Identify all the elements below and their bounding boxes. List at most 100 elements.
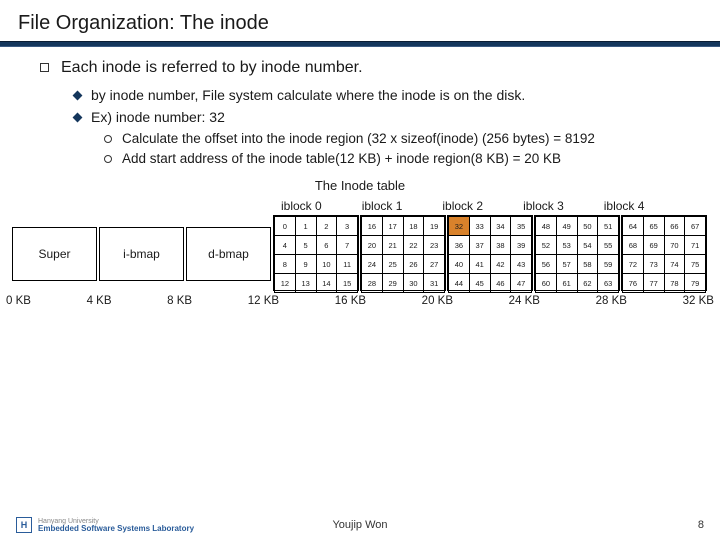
inode-cell: 42: [490, 255, 511, 274]
footer-logo: H Hanyang University Embedded Software S…: [16, 517, 194, 533]
diamond-bullet-icon: [73, 91, 83, 101]
inode-cell: 39: [511, 236, 532, 255]
university-logo-icon: H: [16, 517, 32, 533]
inode-cell: 70: [664, 236, 685, 255]
inode-cell: 7: [337, 236, 358, 255]
inode-cell: 71: [685, 236, 706, 255]
bullet-lvl3: Calculate the offset into the inode regi…: [104, 131, 690, 146]
inode-cell: 73: [643, 255, 664, 274]
footer-author: Youjip Won: [332, 519, 387, 531]
inode-cell: 60: [536, 274, 557, 293]
inode-cell: 30: [403, 274, 424, 293]
inode-cell: 69: [643, 236, 664, 255]
kb-mark: 0 KB: [6, 295, 31, 307]
inode-cell: 16: [362, 217, 383, 236]
inode-grid-1: 16171819202122232425262728293031: [360, 215, 446, 291]
inode-cell: 22: [403, 236, 424, 255]
inode-cell: 58: [577, 255, 598, 274]
kb-mark: 4 KB: [87, 295, 112, 307]
inode-cell: 49: [556, 217, 577, 236]
inode-cell: 78: [664, 274, 685, 293]
inode-cell: 19: [424, 217, 445, 236]
circle-bullet-icon: [104, 155, 112, 163]
inode-cell: 15: [337, 274, 358, 293]
inode-cell: 29: [382, 274, 403, 293]
bullet-lvl2a-text: by inode number, File system calculate w…: [91, 87, 525, 103]
diamond-bullet-icon: [73, 113, 83, 123]
square-bullet-icon: [40, 63, 49, 72]
title-divider: [0, 41, 720, 47]
inode-cell: 13: [295, 274, 316, 293]
block-ibmap: i-bmap: [99, 227, 184, 281]
inode-cell: 65: [643, 217, 664, 236]
inode-cell: 28: [362, 274, 383, 293]
inode-cell: 47: [511, 274, 532, 293]
inode-cell: 76: [623, 274, 644, 293]
iblock-label: iblock 1: [362, 199, 403, 213]
kb-scale: 0 KB 4 KB 8 KB 12 KB 16 KB 20 KB 24 KB 2…: [6, 295, 714, 307]
inode-grid-2: 32333435363738394041424344454647: [447, 215, 533, 291]
inode-cell: 61: [556, 274, 577, 293]
inode-cell: 48: [536, 217, 557, 236]
inode-cell: 26: [403, 255, 424, 274]
inode-cell: 79: [685, 274, 706, 293]
inode-cell: 10: [316, 255, 337, 274]
inode-cell: 51: [598, 217, 619, 236]
inode-cell: 38: [490, 236, 511, 255]
inode-cell: 33: [469, 217, 490, 236]
slide-footer: H Hanyang University Embedded Software S…: [0, 510, 720, 540]
inode-cell: 12: [275, 274, 296, 293]
inode-cell: 59: [598, 255, 619, 274]
iblock-label: iblock 2: [442, 199, 483, 213]
iblock-labels: iblock 0 iblock 1 iblock 2 iblock 3 iblo…: [281, 199, 720, 213]
inode-cell: 0: [275, 217, 296, 236]
block-dbmap: d-bmap: [186, 227, 271, 281]
inode-cell: 9: [295, 255, 316, 274]
inode-cell: 57: [556, 255, 577, 274]
inode-cell: 37: [469, 236, 490, 255]
inode-grid-3: 48495051525354555657585960616263: [534, 215, 620, 291]
bullet-lvl1-text: Each inode is referred to by inode numbe…: [61, 59, 363, 77]
footer-logo-text: Hanyang University Embedded Software Sys…: [38, 518, 194, 533]
inode-cell: 55: [598, 236, 619, 255]
kb-mark: 28 KB: [596, 295, 627, 307]
inode-cell: 50: [577, 217, 598, 236]
bullet-lvl3: Add start address of the inode table(12 …: [104, 151, 690, 166]
inode-cell: 62: [577, 274, 598, 293]
inode-cell: 68: [623, 236, 644, 255]
inode-cell: 66: [664, 217, 685, 236]
bullet-lvl1: Each inode is referred to by inode numbe…: [40, 59, 690, 77]
inode-cell: 43: [511, 255, 532, 274]
inode-diagram: Super i-bmap d-bmap 01234567891011121314…: [12, 215, 708, 293]
inode-cell: 3: [337, 217, 358, 236]
kb-mark: 16 KB: [335, 295, 366, 307]
iblock-label: iblock 3: [523, 199, 564, 213]
table-caption: The Inode table: [0, 178, 720, 193]
inode-cell: 44: [449, 274, 470, 293]
inode-cell: 11: [337, 255, 358, 274]
inode-cell: 35: [511, 217, 532, 236]
inode-cell: 6: [316, 236, 337, 255]
inode-cell: 53: [556, 236, 577, 255]
inode-cell: 46: [490, 274, 511, 293]
kb-mark: 24 KB: [509, 295, 540, 307]
bullet-lvl3b-text: Add start address of the inode table(12 …: [122, 151, 561, 166]
block-super: Super: [12, 227, 97, 281]
inode-cell: 20: [362, 236, 383, 255]
bullet-lvl2: by inode number, File system calculate w…: [74, 87, 690, 103]
bullet-lvl3a-text: Calculate the offset into the inode regi…: [122, 131, 595, 146]
page-number: 8: [698, 519, 704, 531]
iblock-label: iblock 0: [281, 199, 322, 213]
inode-cell: 25: [382, 255, 403, 274]
inode-cell: 74: [664, 255, 685, 274]
inode-cell: 8: [275, 255, 296, 274]
inode-cell: 23: [424, 236, 445, 255]
inode-cell: 75: [685, 255, 706, 274]
kb-mark: 32 KB: [683, 295, 714, 307]
inode-cell: 4: [275, 236, 296, 255]
inode-cell: 64: [623, 217, 644, 236]
inode-grid-4: 64656667686970717273747576777879: [621, 215, 707, 291]
inode-cell: 24: [362, 255, 383, 274]
inode-cell: 40: [449, 255, 470, 274]
inode-cell: 5: [295, 236, 316, 255]
